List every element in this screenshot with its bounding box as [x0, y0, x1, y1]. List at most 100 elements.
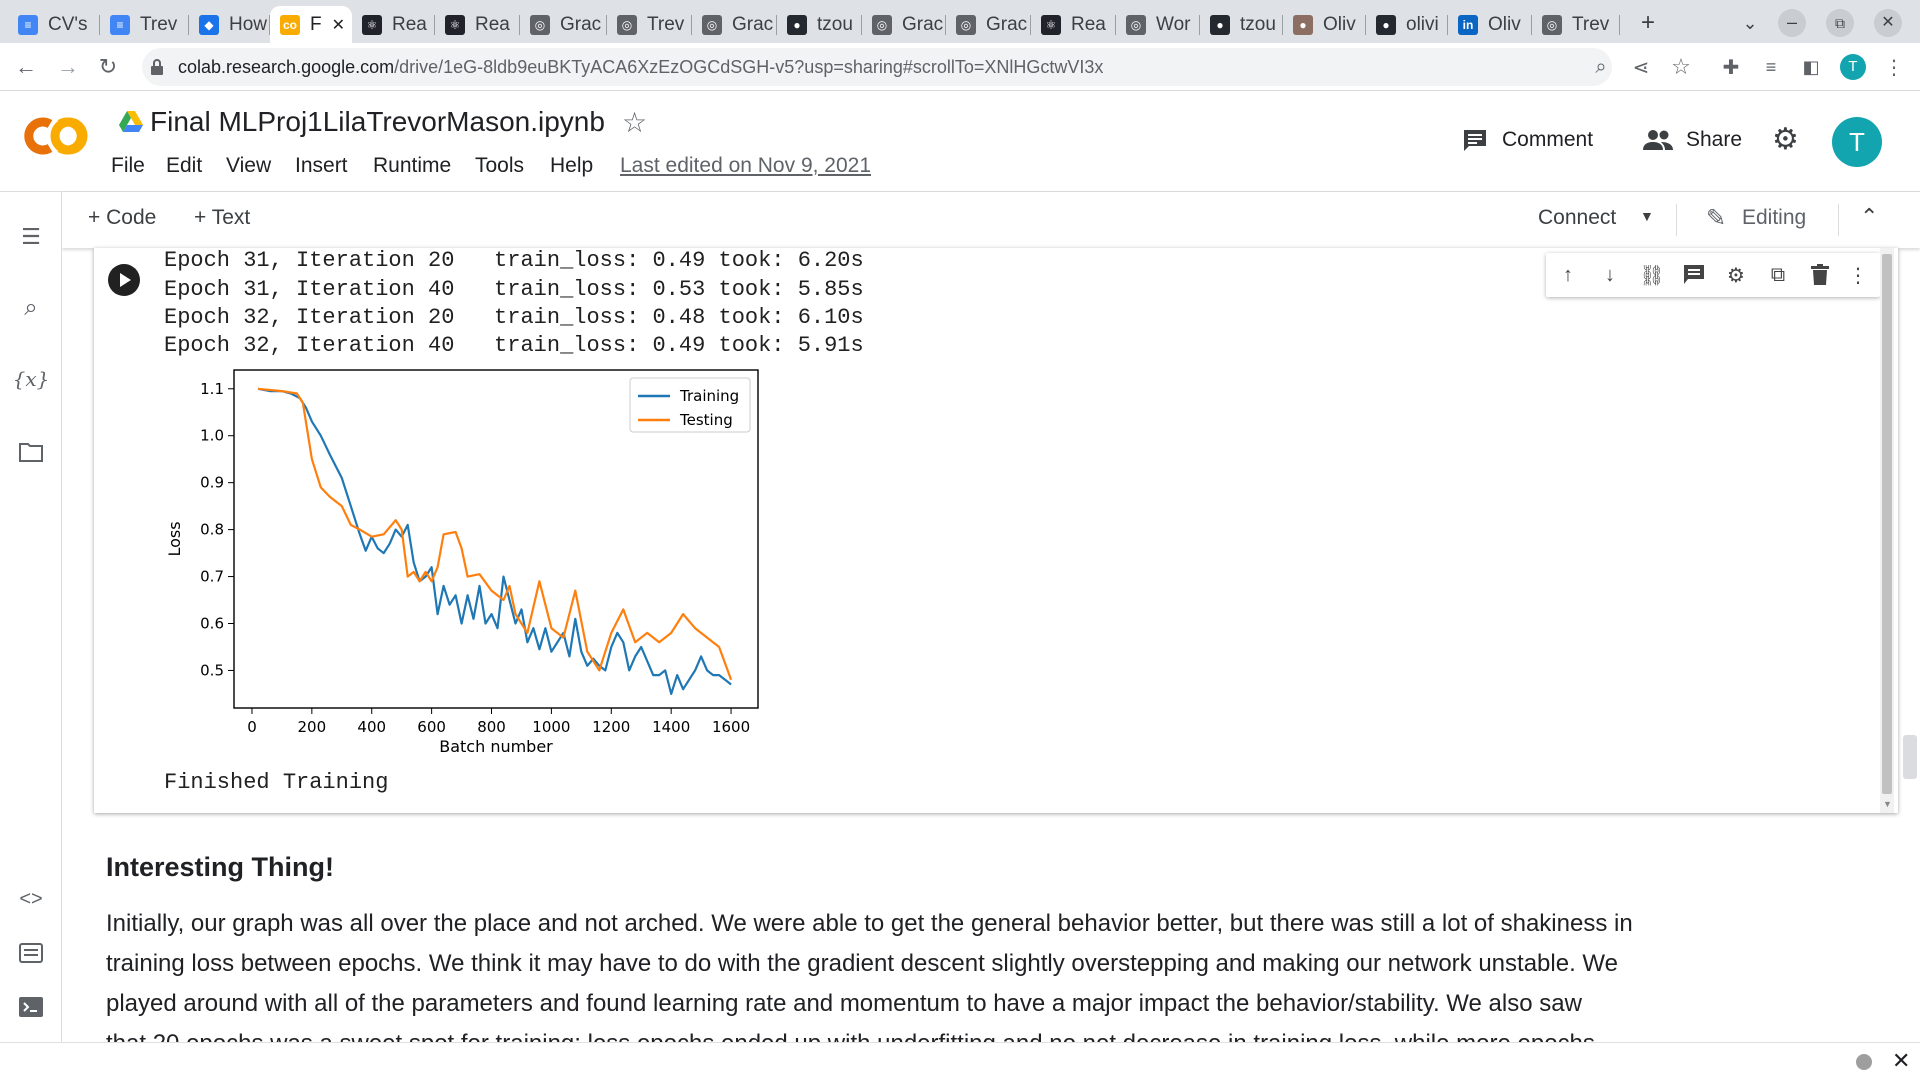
files-folder-icon[interactable] — [16, 437, 46, 467]
menu-edit[interactable]: Edit — [166, 154, 202, 178]
more-options-icon[interactable]: ⋮ — [1846, 263, 1870, 287]
browser-tab[interactable]: ≡ Trev — [100, 6, 189, 43]
command-palette-icon[interactable] — [16, 938, 46, 968]
y-tick-label: 0.6 — [200, 615, 224, 633]
browser-tab[interactable]: ● tzou — [777, 6, 862, 43]
browser-tab[interactable]: ⚛ Rea — [435, 6, 520, 43]
close-tab-icon[interactable]: ✕ — [332, 15, 345, 35]
share-page-icon[interactable]: ⋖ — [1627, 53, 1655, 81]
account-avatar[interactable]: T — [1832, 117, 1882, 167]
x-tick-label: 600 — [417, 718, 446, 736]
tab-favicon-icon: ⚛ — [362, 14, 382, 35]
browser-tab[interactable]: ⚛ Rea — [352, 6, 435, 43]
browser-tab[interactable]: ● Oliv — [1283, 6, 1366, 43]
lock-icon[interactable] — [150, 58, 164, 76]
browser-tab[interactable]: ◎ Grac — [520, 6, 607, 43]
tab-favicon-icon: co — [280, 14, 300, 35]
people-icon[interactable] — [1642, 128, 1674, 152]
tab-search-icon[interactable]: ⌄ — [1735, 8, 1765, 38]
cell-settings-icon[interactable]: ⚙ — [1724, 263, 1748, 287]
url-text[interactable]: colab.research.google.com/drive/1eG-8ldb… — [178, 57, 1103, 78]
last-edited-link[interactable]: Last edited on Nov 9, 2021 — [620, 154, 871, 178]
star-icon[interactable]: ☆ — [622, 106, 647, 139]
browser-tab[interactable]: ● olivi — [1366, 6, 1448, 43]
zoom-icon[interactable]: ⌕ — [1587, 53, 1615, 81]
share-button[interactable]: Share — [1686, 128, 1742, 152]
new-tab-button[interactable]: + — [1633, 8, 1663, 38]
delete-icon[interactable] — [1808, 263, 1832, 287]
side-panel-icon[interactable]: ◧ — [1797, 53, 1825, 81]
legend-entry: Testing — [679, 411, 733, 429]
menu-help[interactable]: Help — [550, 154, 593, 178]
editing-mode-button[interactable]: Editing — [1742, 206, 1806, 230]
link-icon[interactable]: ⛓ — [1639, 263, 1664, 287]
add-text-button[interactable]: + Text — [194, 206, 250, 230]
profile-avatar[interactable]: T — [1840, 54, 1866, 80]
minimize-button[interactable]: – — [1778, 9, 1806, 37]
drive-icon — [118, 110, 144, 134]
browser-tab[interactable]: ◎ Trev — [1532, 6, 1620, 43]
browser-tab[interactable]: ◎ Grac — [862, 6, 946, 43]
tab-label: How — [229, 13, 268, 35]
browser-tab[interactable]: ◎ Grac — [946, 6, 1031, 43]
menu-insert[interactable]: Insert — [295, 154, 348, 178]
comment-cell-icon[interactable] — [1682, 263, 1706, 287]
run-cell-button[interactable] — [108, 264, 140, 296]
scrollbar-thumb[interactable] — [1882, 254, 1892, 794]
menu-file[interactable]: File — [111, 154, 145, 178]
close-status-icon[interactable]: ✕ — [1892, 1048, 1910, 1074]
browser-tab[interactable]: ◎ Trev — [607, 6, 692, 43]
tab-label: Oliv — [1323, 13, 1356, 35]
notebook-title[interactable]: Final MLProj1LilaTrevorMason.ipynb — [150, 106, 605, 138]
tab-label: Oliv — [1488, 13, 1521, 35]
code-snippets-icon[interactable]: <> — [16, 884, 46, 914]
move-down-icon[interactable]: ↓ — [1598, 263, 1622, 287]
table-of-contents-icon[interactable]: ☰ — [16, 222, 46, 252]
y-tick-label: 0.5 — [200, 661, 224, 679]
pencil-icon[interactable]: ✎ — [1706, 204, 1726, 233]
connect-button[interactable]: Connect — [1538, 206, 1616, 230]
forward-icon[interactable]: → — [54, 53, 82, 81]
reading-list-icon[interactable]: ≡ — [1757, 53, 1785, 81]
browser-tab[interactable]: ◆ How — [189, 6, 270, 43]
tab-favicon-icon: ◆ — [199, 14, 219, 35]
tab-favicon-icon: ⚛ — [1041, 14, 1061, 35]
restore-button[interactable]: ⧉ — [1826, 9, 1854, 37]
colab-logo-icon[interactable] — [22, 116, 88, 156]
output-scrollbar[interactable]: ▼ — [1880, 248, 1894, 813]
x-tick-label: 1200 — [592, 718, 630, 736]
comment-icon[interactable] — [1462, 128, 1488, 154]
x-tick-label: 400 — [357, 718, 386, 736]
bookmark-star-icon[interactable]: ☆ — [1667, 53, 1695, 81]
tab-label: Grac — [732, 13, 774, 35]
browser-tab[interactable]: in Oliv — [1448, 6, 1532, 43]
browser-tab[interactable]: ⚛ Rea — [1031, 6, 1116, 43]
move-up-icon[interactable]: ↑ — [1556, 263, 1580, 287]
back-icon[interactable]: ← — [12, 53, 40, 81]
browser-tab[interactable]: ● tzou — [1200, 6, 1283, 43]
comment-button[interactable]: Comment — [1502, 128, 1593, 152]
extensions-icon[interactable]: ✚ — [1717, 53, 1745, 81]
browser-toolbar: ← → ↻ colab.research.google.com/drive/1e… — [0, 43, 1920, 91]
browser-menu-icon[interactable]: ⋮ — [1880, 53, 1908, 81]
menu-tools[interactable]: Tools — [475, 154, 524, 178]
menu-runtime[interactable]: Runtime — [373, 154, 451, 178]
page-scrollbar-thumb[interactable] — [1903, 735, 1917, 779]
browser-tab[interactable]: ◎ Grac — [692, 6, 777, 43]
reload-icon[interactable]: ↻ — [94, 53, 122, 81]
add-code-button[interactable]: + Code — [88, 206, 156, 230]
search-icon[interactable]: ⌕ — [16, 293, 46, 323]
settings-gear-icon[interactable]: ⚙ — [1772, 122, 1799, 157]
mirror-cell-icon[interactable]: ⧉ — [1766, 263, 1790, 287]
menu-view[interactable]: View — [226, 154, 271, 178]
connect-dropdown-icon[interactable]: ▼ — [1640, 208, 1654, 224]
terminal-icon[interactable] — [16, 992, 46, 1022]
browser-tab[interactable]: co F ✕ — [270, 6, 352, 43]
collapse-header-icon[interactable]: ⌃ — [1860, 204, 1878, 230]
browser-tab[interactable]: ◎ Wor — [1116, 6, 1200, 43]
variables-icon[interactable]: {x} — [13, 364, 50, 394]
scroll-down-arrow-icon[interactable]: ▼ — [1883, 799, 1892, 809]
tab-label: Grac — [560, 13, 602, 35]
browser-tab[interactable]: ≡ CV's — [8, 6, 100, 43]
close-window-button[interactable]: ✕ — [1874, 9, 1902, 37]
